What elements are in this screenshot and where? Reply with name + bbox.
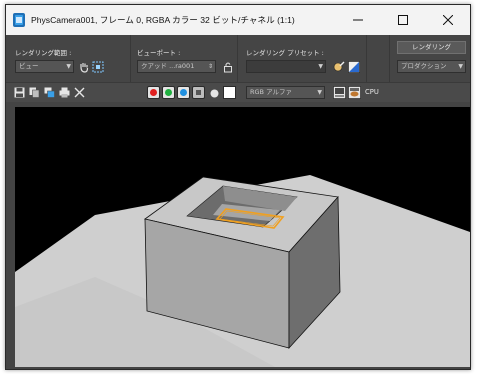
cpu-label: CPU [365, 88, 379, 96]
red-dot-icon [150, 89, 157, 96]
minimize-icon [353, 19, 363, 21]
rendered-image [15, 107, 470, 367]
maximize-icon [398, 15, 408, 25]
app-3dsmax-icon [13, 13, 25, 27]
frame-toolbar: RGB アルファ ▼ CPU [6, 82, 470, 102]
close-button[interactable] [426, 5, 470, 35]
chevron-down-icon: ▼ [66, 63, 71, 70]
chevron-updown-icon: ⇕ [207, 63, 213, 70]
chevron-down-icon: ▼ [317, 89, 322, 96]
red-channel-toggle[interactable] [147, 86, 160, 99]
chevron-down-icon: ▼ [318, 63, 323, 70]
display-channel-value: RGB アルファ [250, 88, 293, 96]
production-value: プロダクション [401, 62, 447, 70]
render-settings-panel: レンダリング範囲 : ビュー ▼ ビューポート : クアッド ...ra001 … [6, 35, 470, 82]
render-area-value: ビュー [19, 62, 39, 70]
render-teapot-icon[interactable] [348, 86, 361, 99]
blue-dot-icon [180, 89, 187, 96]
print-icon[interactable] [59, 87, 70, 98]
display-channel-dropdown[interactable]: RGB アルファ ▼ [246, 86, 325, 99]
render-area-dropdown[interactable]: ビュー ▼ [15, 60, 74, 73]
green-channel-toggle[interactable] [162, 86, 175, 99]
frame-buffer-icon[interactable] [333, 86, 346, 99]
viewport-label: ビューポート : [137, 49, 181, 57]
maximize-button[interactable] [381, 5, 425, 35]
environment-icon[interactable] [348, 61, 360, 73]
clone-window-icon[interactable] [44, 87, 55, 98]
render-frame-window: PhysCamera001, フレーム 0, RGBA カラー 32 ビット/チ… [5, 4, 471, 370]
window-title: PhysCamera001, フレーム 0, RGBA カラー 32 ビット/チ… [31, 15, 295, 25]
viewport-value: クアッド ...ra001 [141, 62, 195, 70]
region-select-icon[interactable] [92, 61, 104, 73]
green-dot-icon [165, 89, 172, 96]
render-viewport [15, 107, 470, 367]
alpha-icon [196, 90, 201, 95]
production-dropdown[interactable]: プロダクション ▼ [397, 60, 466, 73]
save-icon[interactable] [14, 87, 25, 98]
render-area-label: レンダリング範囲 : [15, 49, 72, 57]
render-preset-label: レンダリング プリセット : [246, 49, 324, 57]
lock-icon[interactable] [222, 61, 234, 73]
panel-divider [130, 35, 131, 82]
monochrome-icon[interactable] [209, 88, 220, 99]
background-color-swatch[interactable] [223, 86, 236, 99]
close-icon [443, 15, 453, 25]
minimize-button[interactable] [336, 5, 380, 35]
panel-divider [389, 35, 390, 82]
alpha-channel-toggle[interactable] [192, 86, 205, 99]
title-bar: PhysCamera001, フレーム 0, RGBA カラー 32 ビット/チ… [6, 5, 470, 35]
copy-icon[interactable] [29, 87, 40, 98]
panel-divider [237, 35, 238, 82]
render-setup-icon[interactable] [333, 61, 345, 73]
render-preset-dropdown[interactable]: ▼ [246, 60, 326, 73]
panel-divider [366, 35, 367, 82]
render-button[interactable]: レンダリング [397, 41, 466, 54]
hand-pan-icon[interactable] [78, 61, 90, 73]
chevron-down-icon: ▼ [458, 63, 463, 70]
blue-channel-toggle[interactable] [177, 86, 190, 99]
clear-icon[interactable] [74, 87, 85, 98]
viewport-dropdown[interactable]: クアッド ...ra001 ⇕ [137, 60, 216, 73]
